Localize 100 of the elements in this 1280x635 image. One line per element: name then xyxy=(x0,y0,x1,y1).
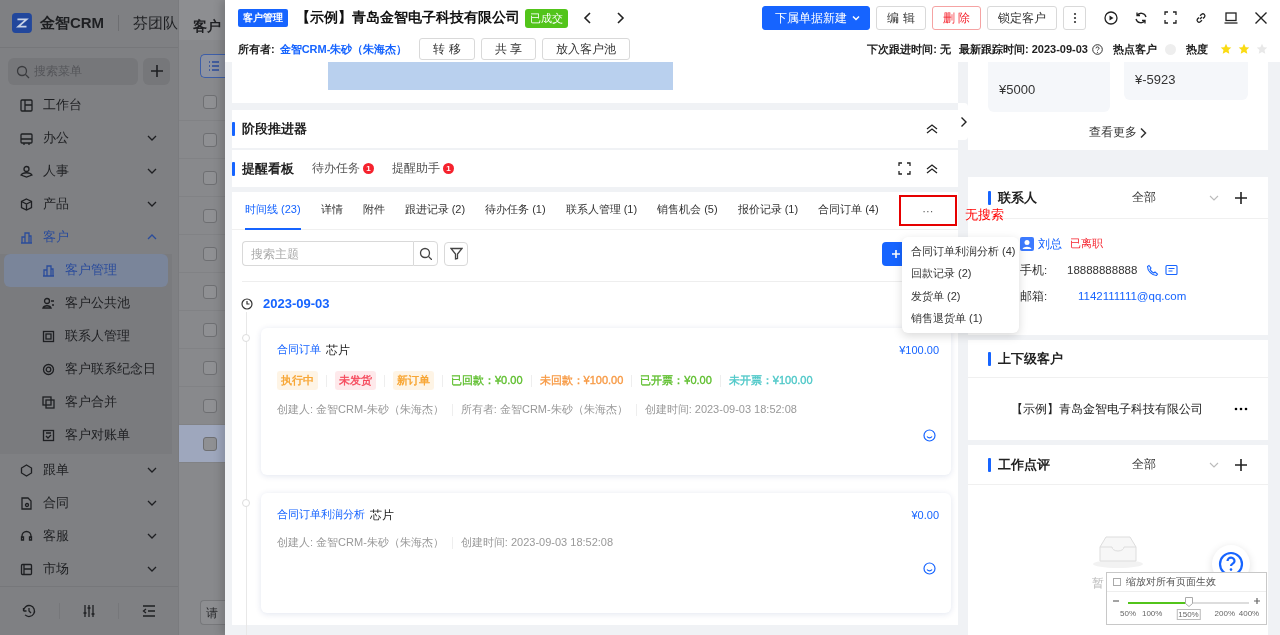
meta-text: 创建时间: 2023-09-03 18:52:08 xyxy=(644,402,797,417)
tab[interactable]: 时间线 (23) xyxy=(245,191,301,230)
tab[interactable]: 报价记录 (1) xyxy=(737,191,799,230)
record-type[interactable]: 合同订单 xyxy=(277,343,321,357)
link-icon[interactable] xyxy=(1194,11,1208,25)
view-more-link[interactable]: 查看更多 xyxy=(1089,124,1147,141)
search-button[interactable] xyxy=(413,241,438,266)
sliders-icon[interactable] xyxy=(81,602,97,619)
plus-icon[interactable] xyxy=(1253,597,1261,605)
plus-icon[interactable] xyxy=(1234,190,1248,205)
sidebar-item[interactable]: 产品 xyxy=(0,187,178,221)
row-checkbox[interactable] xyxy=(203,436,217,451)
email-link[interactable]: 1142111111@qq.com xyxy=(1078,290,1187,302)
sidebar-item[interactable]: 客服 xyxy=(0,519,178,553)
add-button[interactable] xyxy=(882,241,902,266)
menu-item[interactable]: 合同订单利润分析 (4) xyxy=(902,240,1019,263)
message-icon[interactable] xyxy=(1165,263,1179,277)
laptop-icon[interactable] xyxy=(1224,11,1238,25)
tab[interactable]: 附件 xyxy=(362,191,385,230)
sidebar-subitem[interactable]: 联系人管理 xyxy=(4,319,168,353)
row-checkbox[interactable] xyxy=(203,170,217,185)
action-button[interactable]: 共 享 xyxy=(480,38,537,60)
tab[interactable]: 销售机会 (5) xyxy=(657,191,718,230)
phone-icon[interactable] xyxy=(1146,263,1160,277)
row-checkbox[interactable] xyxy=(203,398,217,413)
minus-icon[interactable] xyxy=(1112,597,1120,605)
menu-item[interactable]: 发货单 (2) xyxy=(902,285,1019,308)
double-chevron-up-icon[interactable] xyxy=(925,122,939,136)
row-checkbox[interactable] xyxy=(203,208,217,223)
row-checkbox[interactable] xyxy=(203,360,217,375)
fullscreen-icon[interactable] xyxy=(898,161,911,175)
record-type[interactable]: 合同订单利润分析 xyxy=(277,508,365,522)
row-checkbox[interactable] xyxy=(203,322,217,337)
row-checkbox[interactable] xyxy=(203,132,217,147)
action-button[interactable]: 放入客户池 xyxy=(542,38,631,60)
sidebar-item[interactable]: 跟单 xyxy=(0,453,178,487)
related-customer[interactable]: 【示例】青岛金智电子科技有限公司 xyxy=(1011,401,1203,417)
sidebar-subitem[interactable]: 客户公共池 xyxy=(4,286,168,320)
brand-name: 金智CRM xyxy=(39,13,105,33)
sidebar-item[interactable]: 办公 xyxy=(0,121,178,155)
help-icon xyxy=(1092,43,1103,55)
history-icon[interactable] xyxy=(21,602,38,619)
row-checkbox[interactable] xyxy=(203,284,217,299)
filter-select[interactable]: 全部 xyxy=(1132,189,1220,206)
status-tag: 新订单 xyxy=(393,371,434,390)
field-label: 邮箱: xyxy=(1020,288,1049,304)
menu-item[interactable]: 回款记录 (2) xyxy=(902,262,1019,285)
fullscreen-icon[interactable] xyxy=(1164,11,1178,25)
add-button[interactable] xyxy=(143,57,170,85)
sidebar-subitem[interactable]: 客户合并 xyxy=(4,385,168,419)
menu-item[interactable]: 销售退货单 (1) xyxy=(902,307,1019,330)
reminder-tab[interactable]: 待办任务 xyxy=(312,161,360,176)
record-name: 芯片 xyxy=(326,341,350,359)
more-tabs-button[interactable]: ··· xyxy=(914,204,942,217)
delete-button[interactable]: 删 除 xyxy=(931,6,981,30)
list-view-button[interactable] xyxy=(200,54,226,78)
chevron-left-icon[interactable] xyxy=(582,11,594,25)
sidebar-item[interactable]: 市场 xyxy=(0,552,178,586)
smiley-icon[interactable] xyxy=(923,562,936,575)
next-follow-text: 下次跟进时间: 无 xyxy=(867,41,951,57)
contact-status: 已离职 xyxy=(1070,237,1103,251)
slider-thumb[interactable] xyxy=(1184,597,1193,607)
tab[interactable]: 待办任务 (1) xyxy=(485,191,546,230)
plus-icon[interactable] xyxy=(1234,457,1248,472)
checkbox[interactable] xyxy=(1113,578,1121,586)
filter-button[interactable] xyxy=(444,241,468,266)
close-icon[interactable] xyxy=(1254,11,1268,25)
empty-tray-icon xyxy=(1092,533,1144,569)
tab[interactable]: 合同订单 (4) xyxy=(818,191,879,230)
play-circle-icon[interactable] xyxy=(1104,11,1118,25)
contact-name[interactable]: 刘总 xyxy=(1038,235,1062,253)
sidebar-subitem[interactable]: 客户联系纪念日 xyxy=(4,352,168,386)
row-checkbox[interactable] xyxy=(203,94,217,109)
tab[interactable]: 跟进记录 (2) xyxy=(404,191,466,230)
search-icon xyxy=(419,247,432,260)
refresh-icon[interactable] xyxy=(1134,11,1148,25)
collapse-menu-icon[interactable] xyxy=(140,602,157,619)
more-icon[interactable] xyxy=(1234,407,1248,411)
filter-field[interactable]: 请 xyxy=(200,600,225,625)
star-icon xyxy=(1238,43,1250,55)
action-button[interactable]: 锁定客户 xyxy=(987,6,1057,30)
action-button[interactable]: 编 辑 xyxy=(876,6,926,30)
tab[interactable]: 详情 xyxy=(320,191,343,230)
more-button[interactable] xyxy=(1063,6,1086,30)
row-checkbox[interactable] xyxy=(203,246,217,261)
action-button[interactable]: 转 移 xyxy=(419,38,475,60)
amount-figure: 未回款：¥100.00 xyxy=(539,373,624,388)
search-field[interactable]: 搜索主题 xyxy=(242,241,413,266)
chevron-right-icon[interactable] xyxy=(614,11,626,25)
filter-select[interactable]: 全部 xyxy=(1132,456,1220,473)
smiley-icon[interactable] xyxy=(923,429,936,442)
owner-name[interactable]: 金智CRM-朱砂（朱海杰） xyxy=(279,41,408,57)
section-title: 上下级客户 xyxy=(998,349,1063,368)
sidebar-item[interactable]: 合同 xyxy=(0,486,178,520)
sidebar-subitem[interactable]: 客户对账单 xyxy=(4,418,168,452)
tab[interactable]: 联系人管理 (1) xyxy=(565,191,638,230)
sidebar-item[interactable]: 人事 xyxy=(0,154,178,188)
new-document-button[interactable]: 下属单据新建 xyxy=(762,6,871,30)
sidebar-item[interactable]: 工作台 xyxy=(0,88,178,122)
reminder-tab[interactable]: 提醒助手 xyxy=(392,161,440,176)
